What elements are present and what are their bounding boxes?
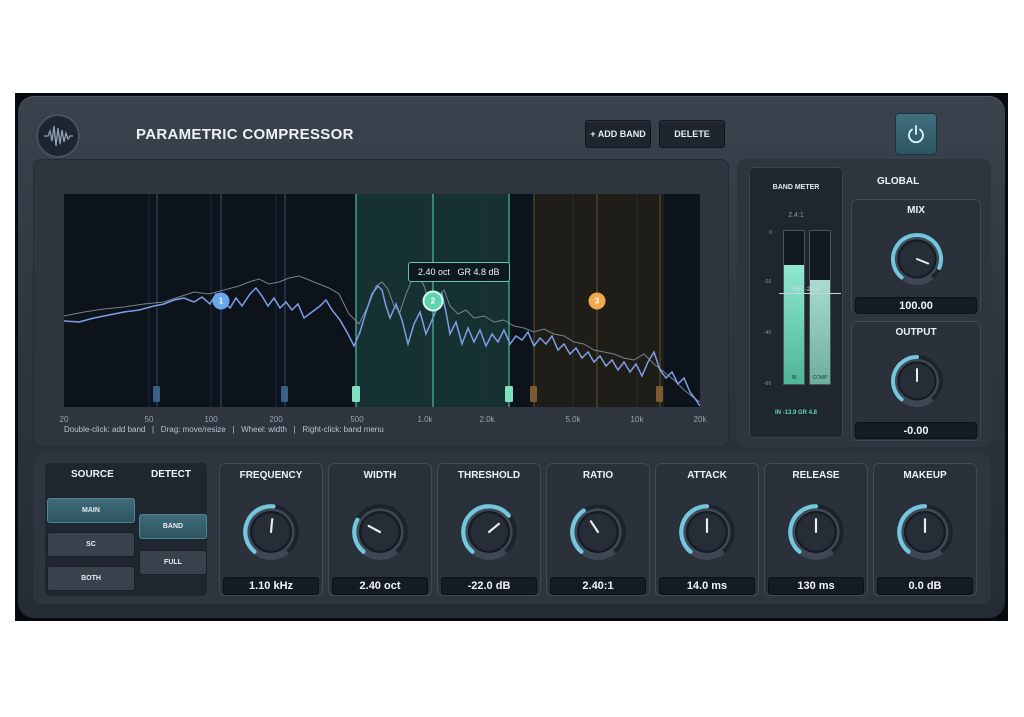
window-frame: PARAMETRIC COMPRESSOR + ADD BAND DELETE [15,93,1008,621]
width-panel: WIDTH 2.40 oct [328,463,432,596]
plugin-title: PARAMETRIC COMPRESSOR [136,126,354,143]
x-tick-label: 20 [59,415,69,424]
meter-bar-comp-label: COMP [812,375,828,381]
output-knob[interactable] [889,353,945,409]
detect-band-button[interactable]: BAND [139,514,207,539]
attack-label: ATTACK [687,470,727,481]
meter-bar-comp: COMP [809,230,831,385]
x-tick-label: 10k [630,415,644,424]
meter-bar-in-label: IN [791,375,797,381]
x-tick-label: 100 [204,415,218,424]
x-tick-label: 20k [693,415,707,424]
frequency-value: 1.10 kHz [223,577,319,595]
meter-scale-20: -20 [764,279,772,285]
detect-full-button[interactable]: FULL [139,550,207,575]
compressor-plugin: PARAMETRIC COMPRESSOR + ADD BAND DELETE [18,96,1005,618]
width-label: WIDTH [363,470,397,481]
source-detect-panel: SOURCE DETECT MAIN SC BOTH BAND FULL [45,463,207,596]
x-tick-label: 500 [350,415,364,424]
mix-label: MIX [907,205,925,216]
ratio-label: RATIO [582,470,614,481]
source-main-button[interactable]: MAIN [47,498,135,523]
band-1-marker[interactable]: 1 [212,292,230,310]
delete-button[interactable]: DELETE [659,120,725,148]
meter-scale-60: -60 [764,381,772,387]
spectrum-panel: 2.40 oct GR 4.8 dB 1 2 3 20 50 100 200 500 1.… [33,159,729,447]
meter-ratio: 2.4:1 [788,212,804,219]
source-title: SOURCE [71,469,114,480]
global-title: GLOBAL [877,176,920,187]
meter-bar-in-fill [784,264,804,384]
spectrum-graph[interactable]: 2.40 oct GR 4.8 dB 1 2 3 [64,194,700,407]
band-2-marker[interactable]: 2 [424,292,442,310]
mix-knob[interactable] [889,231,945,287]
threshold-knob[interactable] [459,502,519,562]
x-tick-label: 50 [144,415,154,424]
meter-scale-0: 0 [769,230,772,236]
band-3-marker[interactable]: 3 [588,292,606,310]
meter-readout: IN -13.9 GR 4.8 [774,410,818,416]
output-label: OUTPUT [895,327,937,338]
power-icon [908,125,924,144]
output-panel: OUTPUT -0.00 [851,321,981,441]
waveform-icon [36,114,80,158]
frequency-knob[interactable] [241,502,301,562]
source-sc-button[interactable]: SC [47,532,135,557]
frequency-panel: FREQUENCY 1.10 kHz [219,463,323,596]
x-tick-label: 5.0k [565,415,581,424]
makeup-panel: MAKEUP 0.0 dB [873,463,977,596]
release-knob[interactable] [786,502,846,562]
release-panel: RELEASE 130 ms [764,463,868,596]
makeup-label: MAKEUP [903,470,947,481]
power-button[interactable] [895,113,937,155]
attack-panel: ATTACK 14.0 ms [655,463,759,596]
threshold-value: -22.0 dB [441,577,537,595]
meter-bar-comp-fill [810,279,830,384]
mix-value: 100.00 [855,297,977,314]
threshold-label: THRESHOLD [457,470,521,481]
width-knob[interactable] [350,502,410,562]
release-value: 130 ms [768,577,864,595]
bottom-controls: SOURCE DETECT MAIN SC BOTH BAND FULL FRE… [33,454,991,604]
x-tick-label: 200 [269,415,283,424]
frequency-label: FREQUENCY [239,470,303,481]
width-value: 2.40 oct [332,577,428,595]
ratio-knob[interactable] [568,502,628,562]
ratio-value: 2.40:1 [550,577,646,595]
ratio-panel: RATIO 2.40:1 [546,463,650,596]
add-band-button[interactable]: + ADD BAND [585,120,651,148]
meter-bar-in: IN [783,230,805,385]
source-both-button[interactable]: BOTH [47,566,135,591]
x-tick-label: 2.0k [479,415,495,424]
makeup-knob[interactable] [895,502,955,562]
threshold-label: THR -22.0 [791,287,819,293]
threshold-line [779,293,841,294]
makeup-value: 0.0 dB [877,577,973,595]
mix-panel: MIX 100.00 [851,199,981,314]
right-panel: BAND METER 2.4:1 0 -20 -40 -60 IN COMP T… [737,159,991,447]
attack-value: 14.0 ms [659,577,755,595]
release-label: RELEASE [792,470,840,481]
output-value: -0.00 [855,422,977,439]
graph-hint-text: Double-click: add band | Drag: move/resi… [64,425,384,434]
detect-title: DETECT [151,469,191,480]
x-tick-label: 1.0k [417,415,433,424]
band-meter-title: BAND METER [772,184,820,191]
attack-knob[interactable] [677,502,737,562]
band-meter: BAND METER 2.4:1 0 -20 -40 -60 IN COMP T… [749,167,843,438]
meter-scale-40: -40 [764,330,772,336]
band-tooltip: 2.40 oct GR 4.8 dB [408,262,510,282]
threshold-panel: THRESHOLD -22.0 dB [437,463,541,596]
